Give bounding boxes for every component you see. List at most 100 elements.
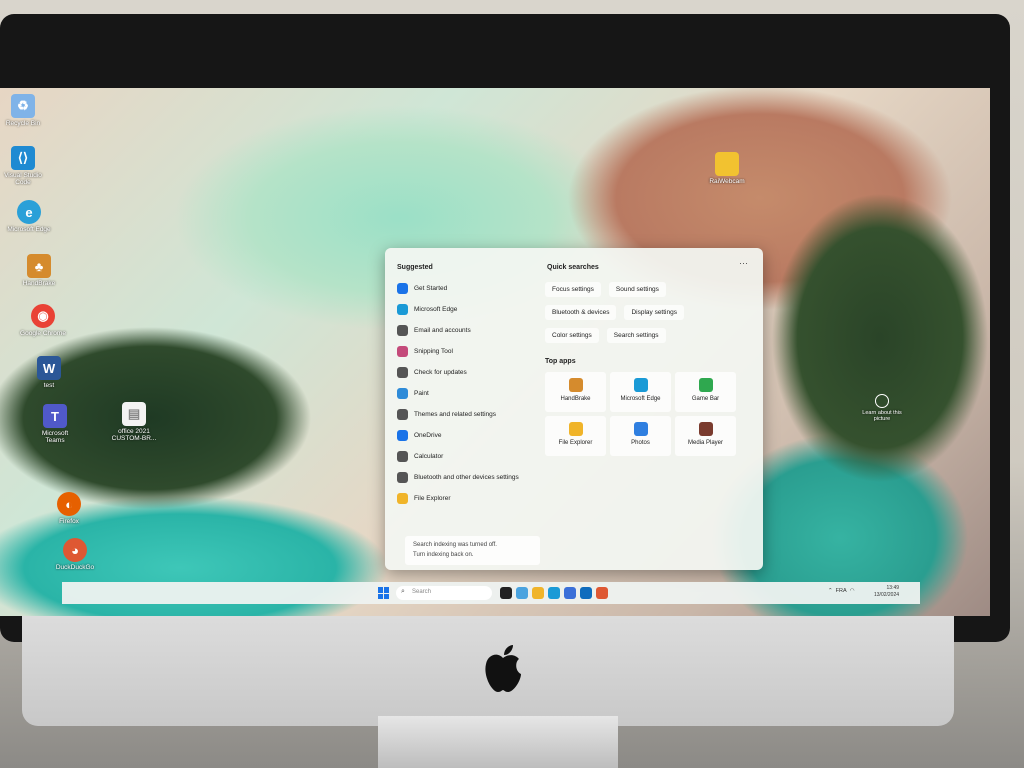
app-icon — [633, 378, 648, 392]
indexing-notice[interactable]: Search indexing was turned off. Turn ind… — [405, 536, 540, 566]
desktop-icon-label: test — [43, 382, 55, 389]
windows-logo-tile — [384, 593, 389, 599]
top-app-label: File Explorer — [558, 440, 593, 446]
suggested-item[interactable]: Paint — [397, 383, 547, 404]
desktop-icon-edge[interactable]: e Microsoft Edge — [6, 200, 52, 233]
snipping-tool-icon — [397, 346, 408, 357]
imac-bezel: ♻ Recycle Bin ⟨⟩ Visual Studio Code e Mi… — [0, 14, 1010, 642]
desktop-icon-vscode[interactable]: ⟨⟩ Visual Studio Code — [0, 146, 46, 186]
system-tray[interactable]: ⌃ FRA ◠ — [828, 588, 855, 594]
desktop-icon-label: DuckDuckGo — [55, 564, 95, 571]
taskbar: ⌕ Search ⌃ FRA ◠ 13:49 13/02/2024 — [62, 582, 920, 604]
indexing-turn-on-link[interactable]: Turn indexing back on. — [413, 551, 532, 561]
quick-search-search[interactable]: Search settings — [606, 328, 666, 343]
chrome-icon: ◉ — [31, 304, 55, 328]
top-app-label: HandBrake — [560, 396, 591, 402]
suggested-item-label: Check for updates — [414, 369, 467, 376]
desktop-icon-recycle-bin[interactable]: ♻ Recycle Bin — [0, 94, 46, 127]
desktop-icon-label: Microsoft Teams — [41, 430, 69, 445]
handbrake-icon: ♣ — [27, 254, 51, 278]
onedrive-icon — [397, 430, 408, 441]
get-started-icon — [397, 283, 408, 294]
desktop-screen: ♻ Recycle Bin ⟨⟩ Visual Studio Code e Mi… — [0, 88, 990, 616]
suggested-item-label: Get Started — [414, 285, 448, 292]
taskbar-app-taskview-icon[interactable] — [500, 587, 512, 599]
suggested-item[interactable]: Calculator — [397, 446, 547, 467]
wifi-icon[interactable]: ◠ — [850, 588, 855, 594]
teams-icon: T — [43, 404, 67, 428]
paint-icon — [397, 388, 408, 399]
top-app-tile[interactable]: Microsoft Edge — [610, 372, 671, 412]
more-options-icon[interactable]: ··· — [739, 258, 748, 268]
email-icon — [397, 325, 408, 336]
taskbar-app-outlook-icon[interactable] — [580, 587, 592, 599]
taskbar-clock[interactable]: 13:49 13/02/2024 — [874, 585, 899, 599]
desktop-icon-handbrake[interactable]: ♣ HandBrake — [16, 254, 62, 287]
desktop-icon-label: office 2021 CUSTOM-BR... — [111, 428, 157, 443]
quick-search-color[interactable]: Color settings — [545, 328, 599, 343]
suggested-item[interactable]: Snipping Tool — [397, 341, 547, 362]
suggested-item[interactable]: File Explorer — [397, 488, 547, 509]
input-language[interactable]: FRA — [836, 588, 847, 594]
apple-logo-icon — [485, 645, 521, 692]
taskbar-app-file-explorer-icon[interactable] — [532, 587, 544, 599]
suggested-item[interactable]: Bluetooth and other devices settings — [397, 467, 547, 488]
top-apps-grid: HandBrake Microsoft Edge Game Bar File Expl… — [545, 372, 736, 456]
top-app-tile[interactable]: Game Bar — [675, 372, 736, 412]
suggested-item-label: Email and accounts — [414, 327, 471, 334]
suggested-item-label: File Explorer — [414, 495, 451, 502]
suggested-item[interactable]: Get Started — [397, 278, 547, 299]
taskbar-app-edge-icon[interactable] — [548, 587, 560, 599]
quick-search-sound[interactable]: Sound settings — [608, 282, 666, 297]
recycle-bin-icon: ♻ — [11, 94, 35, 118]
desktop-icon-firefox[interactable]: ◐ Firefox — [46, 492, 92, 525]
suggested-item-label: Microsoft Edge — [414, 306, 458, 313]
vscode-icon: ⟨⟩ — [11, 146, 35, 170]
app-icon — [698, 422, 713, 436]
start-button[interactable] — [378, 587, 390, 599]
top-app-tile[interactable]: HandBrake — [545, 372, 606, 412]
desktop-icon-label: Visual Studio Code — [4, 172, 42, 187]
suggested-item[interactable]: Themes and related settings — [397, 404, 547, 425]
calculator-icon — [397, 451, 408, 462]
top-app-tile[interactable]: File Explorer — [545, 416, 606, 456]
camera-icon — [875, 394, 889, 408]
duckduckgo-icon: ◕ — [63, 538, 87, 562]
desktop-icon-label: Microsoft Edge — [7, 226, 51, 233]
word-icon: W — [37, 356, 61, 380]
brush-icon — [397, 409, 408, 420]
suggested-item-label: Calculator — [414, 453, 444, 460]
quick-searches-heading: Quick searches — [547, 264, 599, 271]
suggested-item[interactable]: Microsoft Edge — [397, 299, 547, 320]
suggested-item[interactable]: Check for updates — [397, 362, 547, 383]
app-icon — [633, 422, 648, 436]
taskbar-app-store-icon[interactable] — [564, 587, 576, 599]
quick-search-focus[interactable]: Focus settings — [545, 282, 601, 297]
desktop-icon-label: RaiWebcam — [709, 178, 745, 185]
app-icon — [698, 378, 713, 392]
learn-about-picture[interactable]: Learn about this picture — [862, 394, 902, 422]
desktop-icon-raiwebcam[interactable]: RaiWebcam — [704, 152, 750, 185]
suggested-item[interactable]: Email and accounts — [397, 320, 547, 341]
suggested-list: Get Started Microsoft Edge Email and accou… — [397, 278, 547, 509]
top-app-tile[interactable]: Media Player — [675, 416, 736, 456]
desktop-icon-label: HandBrake — [22, 280, 56, 287]
desktop-icon-test-document[interactable]: W test — [26, 356, 72, 389]
desktop-icon-office-2021[interactable]: ▤ office 2021 CUSTOM-BR... — [108, 402, 160, 442]
desktop-icon-label: Firefox — [59, 518, 79, 525]
quick-search-display[interactable]: Display settings — [624, 305, 684, 320]
suggested-item[interactable]: OneDrive — [397, 425, 547, 446]
taskbar-app-duckduckgo-icon[interactable] — [596, 587, 608, 599]
suggested-item-label: Paint — [414, 390, 429, 397]
clock-date: 13/02/2024 — [874, 592, 900, 598]
taskbar-app-widgets-icon[interactable] — [516, 587, 528, 599]
top-app-tile[interactable]: Photos — [610, 416, 671, 456]
chevron-up-icon[interactable]: ⌃ — [828, 588, 833, 594]
windows-logo-tile — [378, 587, 383, 593]
taskbar-search-box[interactable]: ⌕ Search — [396, 586, 492, 600]
desktop-icon-teams[interactable]: T Microsoft Teams — [32, 404, 78, 444]
refresh-icon — [397, 367, 408, 378]
quick-search-bluetooth[interactable]: Bluetooth & devices — [545, 305, 617, 320]
desktop-icon-chrome[interactable]: ◉ Google Chrome — [20, 304, 66, 337]
desktop-icon-duckduckgo[interactable]: ◕ DuckDuckGo — [50, 538, 100, 571]
